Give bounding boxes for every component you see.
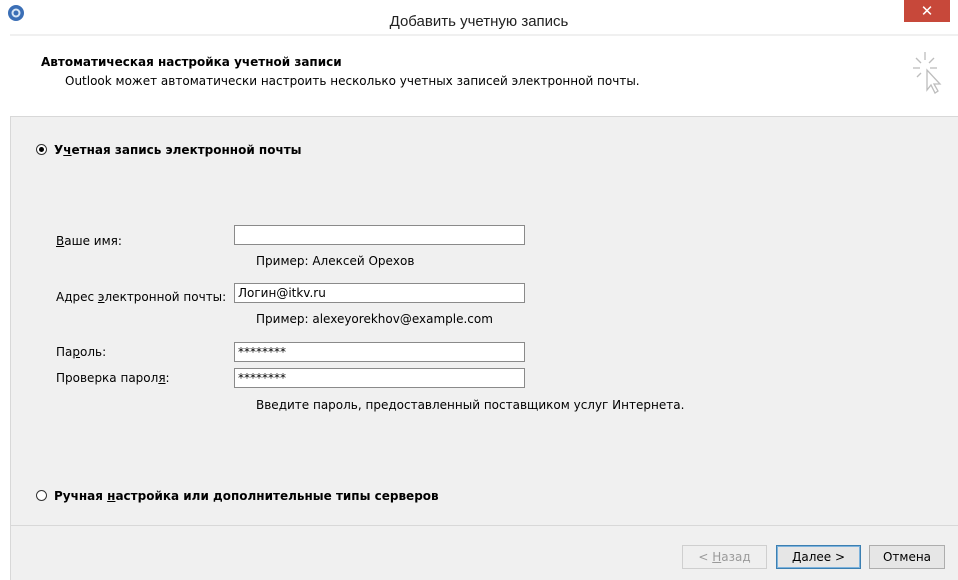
- email-hint: Пример: alexeyorekhov@example.com: [256, 312, 493, 326]
- close-button[interactable]: ✕: [904, 0, 950, 22]
- manual-setup-option-label[interactable]: Ручная настройка или дополнительные типы…: [54, 489, 439, 503]
- left-edge: [0, 34, 10, 580]
- header-subtitle: Outlook может автоматически настроить не…: [65, 74, 640, 88]
- close-icon: ✕: [920, 2, 934, 20]
- header-title: Автоматическая настройка учетной записи: [41, 55, 342, 69]
- manual-setup-radio[interactable]: [36, 490, 47, 501]
- password-label: Пароль:: [56, 345, 107, 359]
- add-account-dialog: Добавить учетную запись ✕ Автоматическая…: [0, 0, 958, 580]
- password-confirm-label: Проверка пароля:: [56, 371, 170, 385]
- dialog-header: Автоматическая настройка учетной записи …: [10, 36, 958, 117]
- name-hint: Пример: Алексей Орехов: [256, 254, 415, 268]
- back-button[interactable]: < Назад: [682, 545, 767, 569]
- password-confirm-input[interactable]: [234, 368, 525, 388]
- email-account-radio[interactable]: [36, 144, 47, 155]
- password-input[interactable]: [234, 342, 525, 362]
- next-button[interactable]: Далее >: [776, 545, 861, 569]
- email-label: Адрес электронной почты:: [56, 290, 227, 304]
- main-panel: Учетная запись электронной почты Ваше им…: [11, 117, 958, 525]
- password-hint: Введите пароль, предоставленный поставщи…: [256, 398, 685, 412]
- name-input[interactable]: [234, 225, 525, 245]
- name-label: Ваше имя:: [56, 234, 122, 248]
- email-input[interactable]: [234, 283, 525, 303]
- title-bar: Добавить учетную запись ✕: [0, 0, 958, 34]
- cursor-sparkle-icon: [913, 52, 942, 94]
- footer-separator: [11, 525, 958, 526]
- window-title: Добавить учетную запись: [389, 13, 569, 30]
- email-account-option-label[interactable]: Учетная запись электронной почты: [54, 143, 302, 157]
- cancel-button[interactable]: Отмена: [869, 545, 945, 569]
